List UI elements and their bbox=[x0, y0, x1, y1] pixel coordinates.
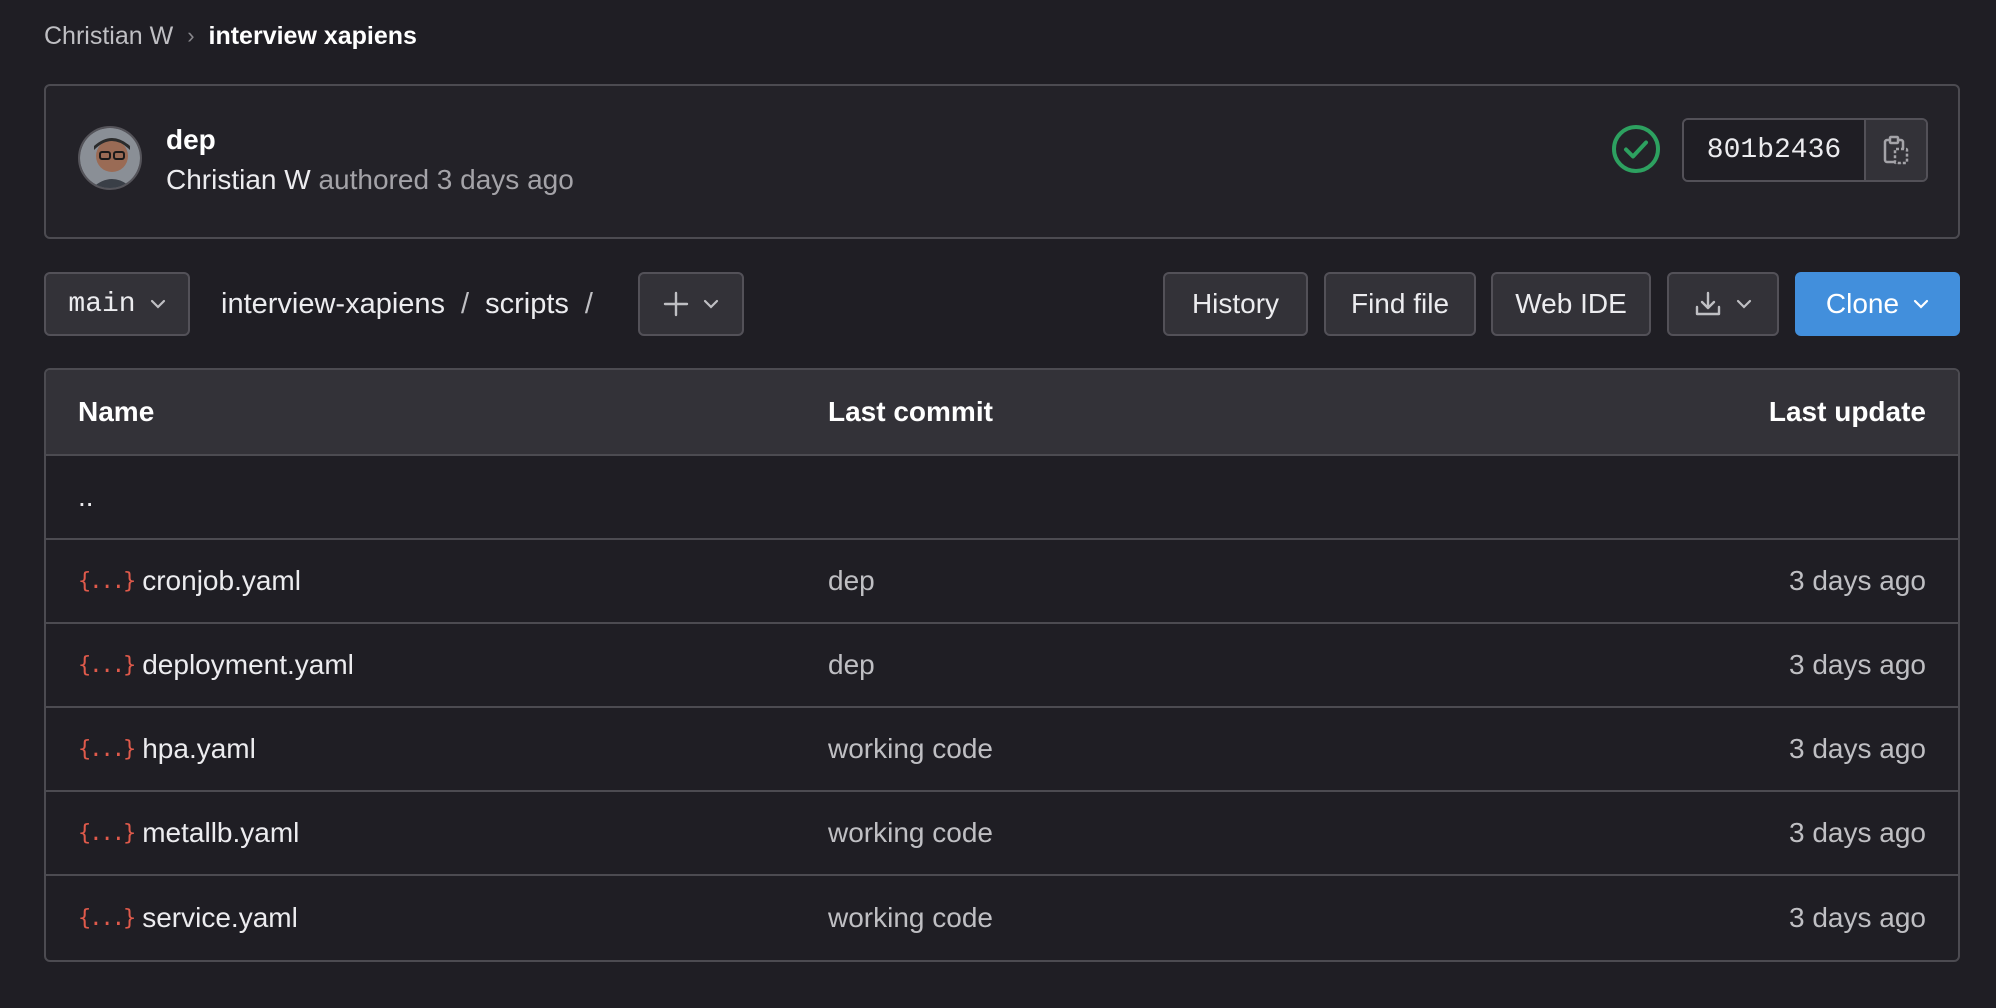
last-update: 3 days ago bbox=[1789, 565, 1926, 596]
commit-sha-group: 801b2436 bbox=[1682, 118, 1928, 182]
last-commit-link[interactable]: dep bbox=[828, 649, 875, 681]
file-name-cell[interactable]: {...} metallb.yaml bbox=[78, 817, 299, 849]
path-segment-scripts[interactable]: scripts bbox=[485, 288, 569, 321]
path-segment-root[interactable]: interview-xapiens bbox=[221, 288, 445, 321]
last-commit-link[interactable]: dep bbox=[828, 565, 875, 597]
breadcrumb: Christian W › interview xapiens bbox=[44, 18, 417, 54]
table-row[interactable]: {...} hpa.yaml working code 3 days ago bbox=[46, 708, 1958, 792]
breadcrumb-current-link[interactable]: interview xapiens bbox=[209, 22, 417, 51]
file-name-cell[interactable]: {...} hpa.yaml bbox=[78, 733, 256, 765]
file-name[interactable]: hpa.yaml bbox=[142, 733, 256, 765]
breadcrumb-parent-link[interactable]: Christian W bbox=[44, 22, 173, 51]
download-icon bbox=[1695, 291, 1721, 316]
last-commit-panel: dep Christian W authored 3 days ago 801b… bbox=[44, 84, 1960, 239]
chevron-down-icon bbox=[1736, 299, 1752, 309]
table-row[interactable]: {...} metallb.yaml working code 3 days a… bbox=[46, 792, 1958, 876]
yaml-file-icon: {...} bbox=[78, 568, 136, 594]
file-name-cell[interactable]: {...} cronjob.yaml bbox=[78, 565, 301, 597]
branch-selector[interactable]: main bbox=[44, 272, 190, 336]
table-row-parent-dir[interactable]: .. bbox=[46, 456, 1958, 540]
commit-author-link[interactable]: Christian W bbox=[166, 164, 311, 195]
last-update: 3 days ago bbox=[1789, 817, 1926, 848]
download-dropdown[interactable] bbox=[1667, 272, 1779, 336]
clone-label: Clone bbox=[1825, 288, 1900, 319]
copy-sha-button[interactable] bbox=[1864, 120, 1926, 180]
file-name[interactable]: deployment.yaml bbox=[142, 649, 354, 681]
commit-title-link[interactable]: dep bbox=[166, 124, 216, 156]
yaml-file-icon: {...} bbox=[78, 736, 136, 762]
plus-icon bbox=[663, 291, 689, 317]
file-name[interactable]: cronjob.yaml bbox=[142, 565, 301, 597]
last-update: 3 days ago bbox=[1789, 649, 1926, 680]
commit-sha[interactable]: 801b2436 bbox=[1684, 120, 1864, 180]
last-commit-link[interactable]: working code bbox=[828, 733, 993, 765]
clipboard-icon bbox=[1883, 135, 1909, 165]
table-header: Name Last commit Last update bbox=[46, 370, 1958, 456]
clone-dropdown[interactable]: Clone bbox=[1795, 272, 1960, 336]
repo-path: interview-xapiens / scripts / bbox=[221, 272, 609, 336]
header-last-commit: Last commit bbox=[828, 396, 993, 427]
file-name[interactable]: service.yaml bbox=[142, 902, 298, 934]
table-row[interactable]: {...} deployment.yaml dep 3 days ago bbox=[46, 624, 1958, 708]
file-name-cell[interactable]: {...} service.yaml bbox=[78, 902, 298, 934]
last-update: 3 days ago bbox=[1789, 902, 1926, 933]
last-update: 3 days ago bbox=[1789, 733, 1926, 764]
path-separator: / bbox=[584, 287, 593, 320]
breadcrumb-separator: › bbox=[187, 23, 195, 48]
path-separator: / bbox=[461, 287, 470, 320]
chevron-down-icon bbox=[1913, 299, 1929, 309]
branch-name: main bbox=[68, 288, 136, 320]
yaml-file-icon: {...} bbox=[78, 652, 136, 678]
commit-authored-time: authored 3 days ago bbox=[318, 164, 574, 195]
table-row[interactable]: {...} cronjob.yaml dep 3 days ago bbox=[46, 540, 1958, 624]
web-ide-button[interactable]: Web IDE bbox=[1491, 272, 1651, 336]
commit-meta: Christian W authored 3 days ago bbox=[166, 164, 574, 196]
chevron-down-icon bbox=[150, 299, 165, 309]
find-file-button[interactable]: Find file bbox=[1324, 272, 1476, 336]
add-to-tree-dropdown[interactable] bbox=[638, 272, 744, 336]
file-name-cell[interactable]: {...} deployment.yaml bbox=[78, 649, 354, 681]
avatar[interactable] bbox=[78, 126, 142, 190]
last-commit-link[interactable]: working code bbox=[828, 817, 993, 849]
avatar-photo bbox=[80, 128, 140, 188]
yaml-file-icon: {...} bbox=[78, 820, 136, 846]
header-name: Name bbox=[78, 396, 155, 427]
chevron-down-icon bbox=[703, 299, 719, 309]
file-tree-table: Name Last commit Last update .. {...} cr… bbox=[44, 368, 1960, 962]
header-last-update: Last update bbox=[1768, 396, 1926, 427]
file-name[interactable]: metallb.yaml bbox=[142, 817, 299, 849]
history-button[interactable]: History bbox=[1163, 272, 1308, 336]
parent-dir-link[interactable]: .. bbox=[78, 481, 94, 513]
table-row[interactable]: {...} service.yaml working code 3 days a… bbox=[46, 876, 1958, 960]
last-commit-link[interactable]: working code bbox=[828, 902, 993, 934]
pipeline-passed-icon[interactable] bbox=[1611, 124, 1661, 174]
yaml-file-icon: {...} bbox=[78, 905, 136, 931]
